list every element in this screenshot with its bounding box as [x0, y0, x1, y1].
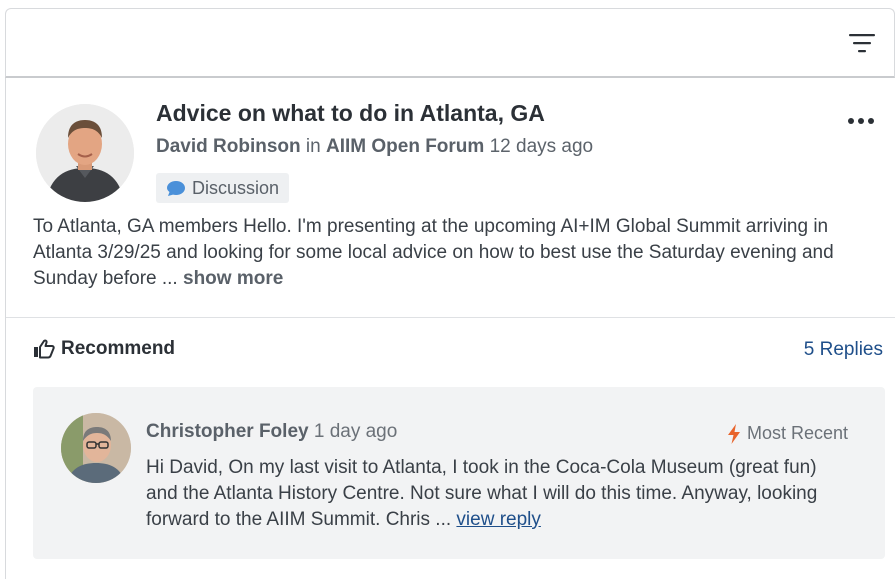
reply-meta: Christopher Foley 1 day ago	[146, 421, 397, 443]
lightning-bolt-icon	[727, 423, 740, 444]
most-recent-label: Most Recent	[746, 423, 848, 443]
thumbs-up-icon	[34, 339, 55, 359]
toolbar	[5, 8, 895, 78]
chat-bubble-icon	[167, 181, 185, 196]
post-time: 12 days ago	[484, 136, 594, 157]
forum-link[interactable]: AIIM Open Forum	[326, 136, 484, 157]
dot	[848, 118, 854, 124]
post-meta: David Robinson in AIIM Open Forum 12 day…	[156, 136, 593, 158]
tag-label: Discussion	[192, 177, 280, 198]
reply-body: Hi David, On my last visit to Atlanta, I…	[146, 455, 846, 533]
recommend-button[interactable]: Recommend	[33, 338, 175, 360]
author-avatar[interactable]	[36, 104, 134, 202]
post-body: To Atlanta, GA members Hello. I'm presen…	[33, 214, 873, 292]
filter-icon	[849, 34, 875, 53]
person-photo-icon	[36, 104, 134, 202]
post-body-text: To Atlanta, GA members Hello. I'm presen…	[33, 216, 834, 289]
more-options-button[interactable]	[845, 111, 877, 131]
replies-link[interactable]: 5 Replies	[804, 339, 883, 361]
post-title[interactable]: Advice on what to do in Atlanta, GA	[156, 100, 545, 127]
show-more-link[interactable]: show more	[183, 268, 283, 289]
divider	[6, 317, 895, 318]
dot	[868, 118, 874, 124]
recommend-label: Recommend	[61, 338, 176, 359]
latest-reply: Christopher Foley 1 day ago Most Recent …	[33, 387, 885, 559]
reply-author-avatar[interactable]	[61, 413, 131, 483]
person-photo-icon	[61, 413, 131, 483]
reply-time: 1 day ago	[308, 421, 398, 442]
discussion-card: Advice on what to do in Atlanta, GA Davi…	[5, 78, 895, 579]
discussion-tag: Discussion	[156, 173, 290, 203]
dot	[858, 118, 864, 124]
most-recent-badge: Most Recent	[727, 423, 848, 444]
view-reply-link[interactable]: view reply	[456, 509, 540, 530]
reply-author-name[interactable]: Christopher Foley	[146, 421, 309, 442]
filter-button[interactable]	[846, 29, 878, 59]
author-name[interactable]: David Robinson	[156, 136, 301, 157]
in-text: in	[300, 136, 326, 157]
